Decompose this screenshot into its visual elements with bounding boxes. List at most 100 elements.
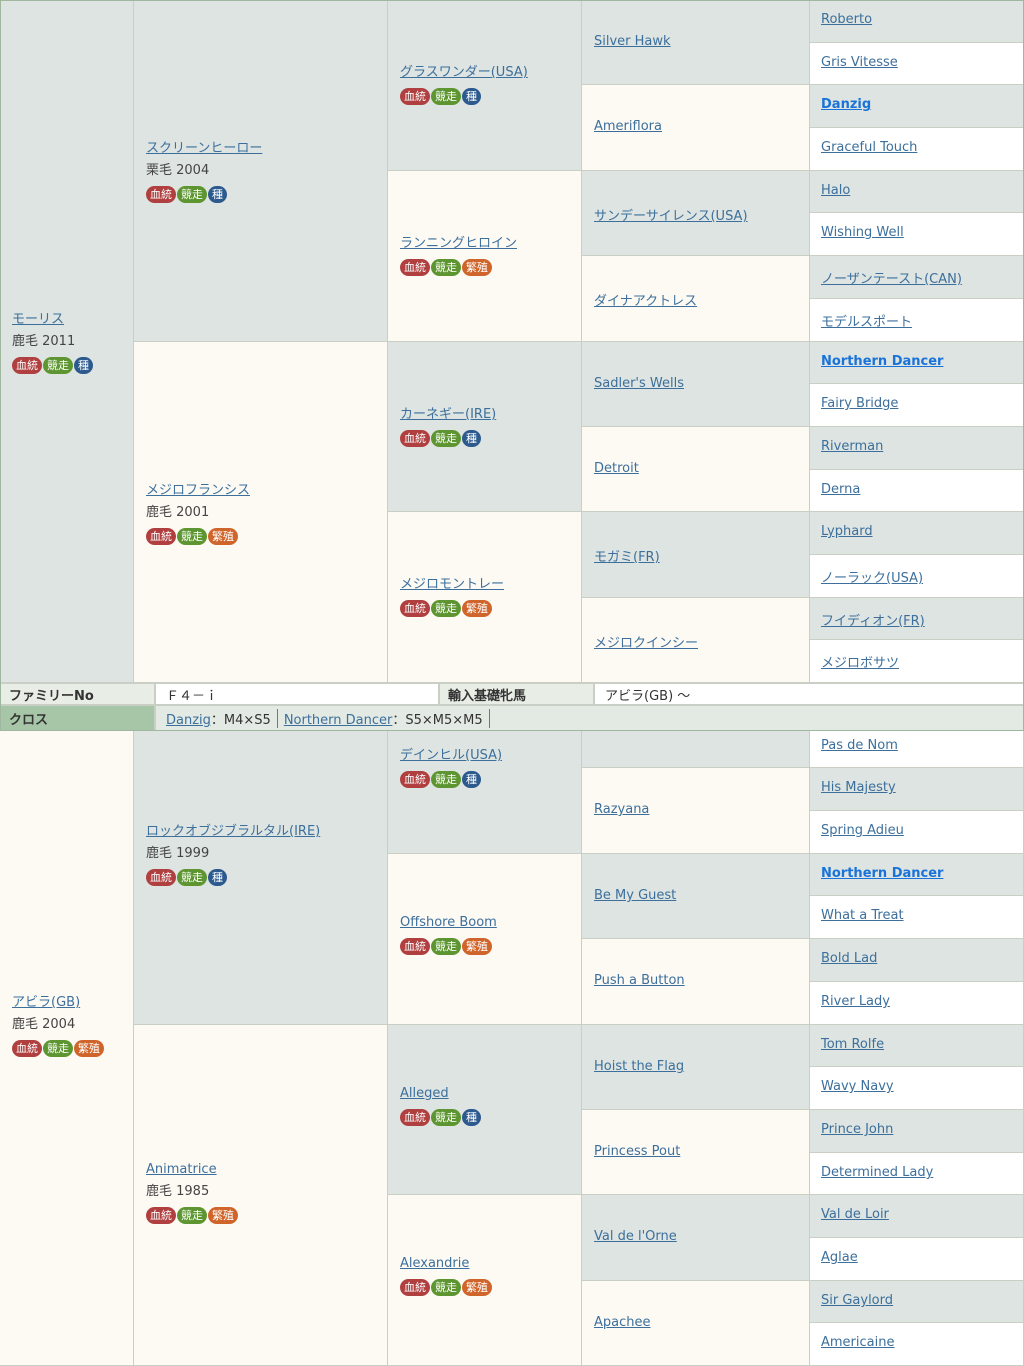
- broodmare-badge[interactable]: 繁殖: [462, 1279, 492, 1296]
- horse-name-link[interactable]: フイディオン(FR): [821, 610, 925, 629]
- race-badge[interactable]: 競走: [431, 259, 461, 276]
- pedigree-badge[interactable]: 血統: [400, 1109, 430, 1126]
- pedigree-badge[interactable]: 血統: [146, 186, 176, 203]
- pedigree-badge[interactable]: 血統: [400, 1279, 430, 1296]
- horse-name-link[interactable]: グラスワンダー(USA): [400, 65, 528, 80]
- race-badge[interactable]: 競走: [177, 528, 207, 545]
- horse-name-link[interactable]: Alleged: [400, 1086, 449, 1101]
- stud-badge[interactable]: 種: [462, 430, 481, 447]
- horse-name-link[interactable]: モーリス: [12, 312, 64, 327]
- pedigree-badge[interactable]: 血統: [400, 600, 430, 617]
- horse-name-link[interactable]: Alexandrie: [400, 1256, 469, 1271]
- pedigree-badge[interactable]: 血統: [400, 430, 430, 447]
- horse-name-link[interactable]: モデルスポート: [821, 311, 912, 330]
- horse-name-link[interactable]: Animatrice: [146, 1162, 217, 1177]
- race-badge[interactable]: 競走: [431, 88, 461, 105]
- broodmare-badge[interactable]: 繁殖: [462, 600, 492, 617]
- horse-name-link[interactable]: Spring Adieu: [821, 823, 904, 838]
- horse-name-link[interactable]: Sir Gaylord: [821, 1293, 893, 1308]
- race-badge[interactable]: 競走: [431, 1109, 461, 1126]
- horse-name-link[interactable]: Riverman: [821, 439, 883, 454]
- stud-badge[interactable]: 種: [208, 869, 227, 886]
- horse-name-link[interactable]: His Majesty: [821, 780, 896, 795]
- cross-horse-link[interactable]: Danzig: [166, 713, 211, 728]
- horse-name-link[interactable]: Ameriflora: [594, 119, 662, 134]
- horse-name-link[interactable]: Graceful Touch: [821, 140, 917, 155]
- horse-name-link[interactable]: River Lady: [821, 994, 890, 1009]
- horse-name-link[interactable]: Gris Vitesse: [821, 55, 898, 70]
- horse-name-link[interactable]: サンデーサイレンス(USA): [594, 205, 748, 224]
- horse-name-link[interactable]: Roberto: [821, 12, 872, 27]
- race-badge[interactable]: 競走: [431, 600, 461, 617]
- horse-name-link[interactable]: Apachee: [594, 1315, 651, 1330]
- horse-name-link[interactable]: Wavy Navy: [821, 1079, 894, 1094]
- pedigree-badge[interactable]: 血統: [400, 88, 430, 105]
- stud-badge[interactable]: 種: [462, 1109, 481, 1126]
- pedigree-badge[interactable]: 血統: [400, 938, 430, 955]
- horse-name-link[interactable]: Americaine: [821, 1335, 894, 1350]
- horse-name-link[interactable]: Prince John: [821, 1122, 893, 1137]
- horse-name-link[interactable]: Danzig: [821, 97, 871, 112]
- horse-name-link[interactable]: Halo: [821, 183, 850, 198]
- horse-name-link[interactable]: カーネギー(IRE): [400, 407, 496, 422]
- broodmare-badge[interactable]: 繁殖: [462, 259, 492, 276]
- horse-name-link[interactable]: Silver Hawk: [594, 34, 671, 49]
- horse-name-link[interactable]: Aglae: [821, 1250, 858, 1265]
- horse-name-link[interactable]: What a Treat: [821, 908, 904, 923]
- pedigree-badge[interactable]: 血統: [12, 1040, 42, 1057]
- horse-name-link[interactable]: Razyana: [594, 802, 649, 817]
- horse-name-link[interactable]: Hoist the Flag: [594, 1059, 684, 1074]
- horse-name-link[interactable]: Lyphard: [821, 524, 873, 539]
- horse-name-link[interactable]: Be My Guest: [594, 888, 676, 903]
- horse-name-link[interactable]: Wishing Well: [821, 225, 904, 240]
- horse-name-link[interactable]: ランニングヒロイン: [400, 236, 517, 251]
- horse-name-link[interactable]: Derna: [821, 482, 860, 497]
- horse-name-link[interactable]: ノーザンテースト(CAN): [821, 268, 962, 287]
- race-badge[interactable]: 競走: [431, 430, 461, 447]
- race-badge[interactable]: 競走: [43, 357, 73, 374]
- horse-name-link[interactable]: Northern Dancer: [821, 866, 943, 881]
- stud-badge[interactable]: 種: [74, 357, 93, 374]
- horse-name-link[interactable]: モガミ(FR): [594, 546, 660, 565]
- race-badge[interactable]: 競走: [43, 1040, 73, 1057]
- horse-name-link[interactable]: ロックオブジブラルタル(IRE): [146, 824, 320, 839]
- horse-name-link[interactable]: デインヒル(USA): [400, 748, 502, 763]
- broodmare-badge[interactable]: 繁殖: [208, 528, 238, 545]
- race-badge[interactable]: 競走: [431, 938, 461, 955]
- horse-name-link[interactable]: Northern Dancer: [821, 354, 943, 369]
- horse-name-link[interactable]: ノーラック(USA): [821, 567, 923, 586]
- horse-name-link[interactable]: Val de Loir: [821, 1207, 889, 1222]
- horse-name-link[interactable]: Offshore Boom: [400, 915, 497, 930]
- stud-badge[interactable]: 種: [208, 186, 227, 203]
- horse-name-link[interactable]: メジロモントレー: [400, 577, 504, 592]
- pedigree-badge[interactable]: 血統: [146, 869, 176, 886]
- race-badge[interactable]: 競走: [177, 1207, 207, 1224]
- stud-badge[interactable]: 種: [462, 88, 481, 105]
- horse-name-link[interactable]: メジロクインシー: [594, 632, 698, 651]
- race-badge[interactable]: 競走: [431, 771, 461, 788]
- horse-name-link[interactable]: Fairy Bridge: [821, 396, 898, 411]
- broodmare-badge[interactable]: 繁殖: [208, 1207, 238, 1224]
- horse-name-link[interactable]: アビラ(GB): [12, 995, 80, 1010]
- horse-name-link[interactable]: Bold Lad: [821, 951, 877, 966]
- horse-name-link[interactable]: Tom Rolfe: [821, 1037, 884, 1052]
- race-badge[interactable]: 競走: [177, 869, 207, 886]
- horse-name-link[interactable]: Val de l'Orne: [594, 1229, 677, 1244]
- horse-name-link[interactable]: Determined Lady: [821, 1165, 933, 1180]
- pedigree-badge[interactable]: 血統: [12, 357, 42, 374]
- stud-badge[interactable]: 種: [462, 771, 481, 788]
- horse-name-link[interactable]: Push a Button: [594, 973, 685, 988]
- horse-name-link[interactable]: Pas de Nom: [821, 738, 898, 753]
- pedigree-badge[interactable]: 血統: [400, 259, 430, 276]
- horse-name-link[interactable]: メジロボサツ: [821, 652, 899, 671]
- broodmare-badge[interactable]: 繁殖: [462, 938, 492, 955]
- horse-name-link[interactable]: スクリーンヒーロー: [146, 141, 262, 156]
- horse-name-link[interactable]: メジロフランシス: [146, 483, 250, 498]
- broodmare-badge[interactable]: 繁殖: [74, 1040, 104, 1057]
- pedigree-badge[interactable]: 血統: [400, 771, 430, 788]
- horse-name-link[interactable]: Sadler's Wells: [594, 376, 684, 391]
- horse-name-link[interactable]: Princess Pout: [594, 1144, 680, 1159]
- pedigree-badge[interactable]: 血統: [146, 1207, 176, 1224]
- race-badge[interactable]: 競走: [177, 186, 207, 203]
- horse-name-link[interactable]: ダイナアクトレス: [594, 290, 697, 309]
